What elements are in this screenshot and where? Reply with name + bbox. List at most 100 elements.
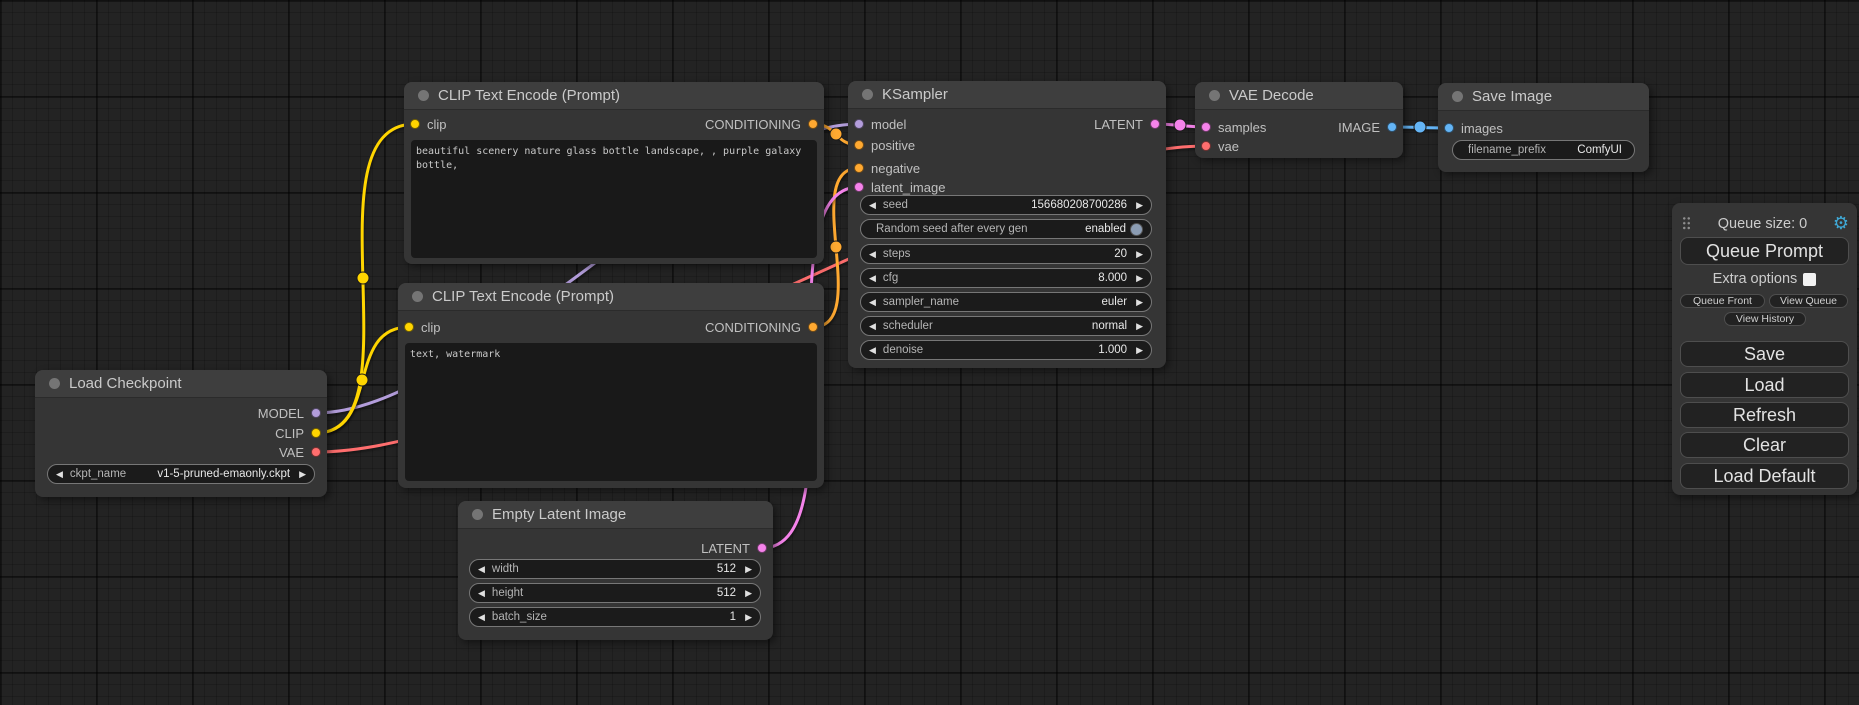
input-slot-latent-image[interactable]: latent_image <box>854 179 945 195</box>
arrow-left-icon[interactable]: ◀ <box>56 470 63 479</box>
arrow-right-icon[interactable]: ▶ <box>1136 201 1143 210</box>
output-slot-clip[interactable]: CLIP <box>275 425 321 441</box>
input-slot-images[interactable]: images <box>1444 120 1503 136</box>
queue-front-button[interactable]: Queue Front <box>1680 294 1765 308</box>
widget-scheduler[interactable]: ◀ scheduler normal ▶ <box>860 316 1152 336</box>
port-clip[interactable] <box>404 322 414 332</box>
arrow-left-icon[interactable]: ◀ <box>478 613 485 622</box>
output-slot-image[interactable]: IMAGE <box>1338 119 1397 135</box>
drag-handle-icon[interactable] <box>1682 216 1691 230</box>
node-load-checkpoint[interactable]: Load Checkpoint MODEL CLIP VAE ◀ ckpt_na… <box>35 370 327 497</box>
node-titlebar[interactable]: Load Checkpoint <box>35 370 327 398</box>
port-conditioning[interactable] <box>808 322 818 332</box>
port-image[interactable] <box>1444 123 1454 133</box>
arrow-left-icon[interactable]: ◀ <box>869 298 876 307</box>
port-vae[interactable] <box>311 447 321 457</box>
widget-height[interactable]: ◀ height 512 ▶ <box>469 583 761 603</box>
node-titlebar[interactable]: VAE Decode <box>1195 82 1403 110</box>
widget-denoise[interactable]: ◀ denoise 1.000 ▶ <box>860 340 1152 360</box>
view-queue-button[interactable]: View Queue <box>1769 294 1848 308</box>
node-save-image[interactable]: Save Image images filename_prefix ComfyU… <box>1438 83 1649 172</box>
port-latent[interactable] <box>757 543 767 553</box>
extra-options-checkbox[interactable] <box>1803 273 1816 286</box>
arrow-right-icon[interactable]: ▶ <box>1136 322 1143 331</box>
arrow-right-icon[interactable]: ▶ <box>1136 298 1143 307</box>
prompt-textarea[interactable]: beautiful scenery nature glass bottle la… <box>411 140 817 258</box>
port-latent[interactable] <box>1150 119 1160 129</box>
view-history-button[interactable]: View History <box>1724 312 1806 326</box>
arrow-left-icon[interactable]: ◀ <box>869 322 876 331</box>
arrow-right-icon[interactable]: ▶ <box>1136 274 1143 283</box>
widget-steps[interactable]: ◀ steps 20 ▶ <box>860 244 1152 264</box>
arrow-right-icon[interactable]: ▶ <box>745 565 752 574</box>
arrow-left-icon[interactable]: ◀ <box>869 201 876 210</box>
node-vae-decode[interactable]: VAE Decode samples vae IMAGE <box>1195 82 1403 158</box>
arrow-left-icon[interactable]: ◀ <box>869 250 876 259</box>
widget-cfg[interactable]: ◀ cfg 8.000 ▶ <box>860 268 1152 288</box>
collapse-dot[interactable] <box>418 90 429 101</box>
toggle-knob[interactable] <box>1130 223 1143 236</box>
arrow-right-icon[interactable]: ▶ <box>299 470 306 479</box>
clear-button[interactable]: Clear <box>1680 432 1849 458</box>
node-ksampler[interactable]: KSampler model positive negative latent_… <box>848 81 1166 368</box>
node-titlebar[interactable]: CLIP Text Encode (Prompt) <box>404 82 824 110</box>
comfyui-canvas[interactable]: Load Checkpoint MODEL CLIP VAE ◀ ckpt_na… <box>0 0 1859 705</box>
port-clip[interactable] <box>311 428 321 438</box>
output-slot-model[interactable]: MODEL <box>258 405 321 421</box>
arrow-left-icon[interactable]: ◀ <box>478 565 485 574</box>
arrow-right-icon[interactable]: ▶ <box>1136 346 1143 355</box>
node-empty-latent-image[interactable]: Empty Latent Image LATENT ◀ width 512 ▶ … <box>458 501 773 640</box>
input-slot-clip[interactable]: clip <box>410 116 447 132</box>
widget-batch-size[interactable]: ◀ batch_size 1 ▶ <box>469 607 761 627</box>
port-vae[interactable] <box>1201 141 1211 151</box>
port-clip[interactable] <box>410 119 420 129</box>
load-button[interactable]: Load <box>1680 372 1849 398</box>
output-slot-conditioning[interactable]: CONDITIONING <box>705 319 818 335</box>
widget-random-seed-toggle[interactable]: Random seed after every gen enabled <box>860 219 1152 239</box>
collapse-dot[interactable] <box>1452 91 1463 102</box>
node-titlebar[interactable]: Save Image <box>1438 83 1649 111</box>
port-latent[interactable] <box>1201 122 1211 132</box>
input-slot-model[interactable]: model <box>854 116 906 132</box>
input-slot-negative[interactable]: negative <box>854 160 920 176</box>
widget-width[interactable]: ◀ width 512 ▶ <box>469 559 761 579</box>
output-slot-latent[interactable]: LATENT <box>701 540 767 556</box>
arrow-left-icon[interactable]: ◀ <box>869 346 876 355</box>
widget-ckpt-name[interactable]: ◀ ckpt_name v1-5-pruned-emaonly.ckpt ▶ <box>47 464 315 484</box>
port-model[interactable] <box>311 408 321 418</box>
collapse-dot[interactable] <box>862 89 873 100</box>
node-clip-text-encode-positive[interactable]: CLIP Text Encode (Prompt) clip CONDITION… <box>404 82 824 264</box>
save-button[interactable]: Save <box>1680 341 1849 367</box>
output-slot-vae[interactable]: VAE <box>279 444 321 460</box>
port-conditioning[interactable] <box>854 163 864 173</box>
arrow-right-icon[interactable]: ▶ <box>745 613 752 622</box>
port-image[interactable] <box>1387 122 1397 132</box>
node-titlebar[interactable]: CLIP Text Encode (Prompt) <box>398 283 824 311</box>
arrow-left-icon[interactable]: ◀ <box>869 274 876 283</box>
output-slot-latent[interactable]: LATENT <box>1094 116 1160 132</box>
gear-icon[interactable]: ⚙ <box>1833 214 1849 232</box>
arrow-right-icon[interactable]: ▶ <box>745 589 752 598</box>
widget-filename-prefix[interactable]: filename_prefix ComfyUI <box>1452 140 1635 160</box>
arrow-left-icon[interactable]: ◀ <box>478 589 485 598</box>
node-titlebar[interactable]: Empty Latent Image <box>458 501 773 529</box>
node-titlebar[interactable]: KSampler <box>848 81 1166 109</box>
port-conditioning[interactable] <box>854 140 864 150</box>
collapse-dot[interactable] <box>412 291 423 302</box>
collapse-dot[interactable] <box>472 509 483 520</box>
input-slot-positive[interactable]: positive <box>854 137 915 153</box>
widget-sampler-name[interactable]: ◀ sampler_name euler ▶ <box>860 292 1152 312</box>
collapse-dot[interactable] <box>49 378 60 389</box>
node-clip-text-encode-negative[interactable]: CLIP Text Encode (Prompt) clip CONDITION… <box>398 283 824 488</box>
arrow-right-icon[interactable]: ▶ <box>1136 250 1143 259</box>
port-latent[interactable] <box>854 182 864 192</box>
port-conditioning[interactable] <box>808 119 818 129</box>
widget-seed[interactable]: ◀ seed 156680208700286 ▶ <box>860 195 1152 215</box>
load-default-button[interactable]: Load Default <box>1680 463 1849 489</box>
input-slot-vae[interactable]: vae <box>1201 138 1239 154</box>
port-model[interactable] <box>854 119 864 129</box>
input-slot-clip[interactable]: clip <box>404 319 441 335</box>
output-slot-conditioning[interactable]: CONDITIONING <box>705 116 818 132</box>
queue-prompt-button[interactable]: Queue Prompt <box>1680 237 1849 265</box>
refresh-button[interactable]: Refresh <box>1680 402 1849 428</box>
